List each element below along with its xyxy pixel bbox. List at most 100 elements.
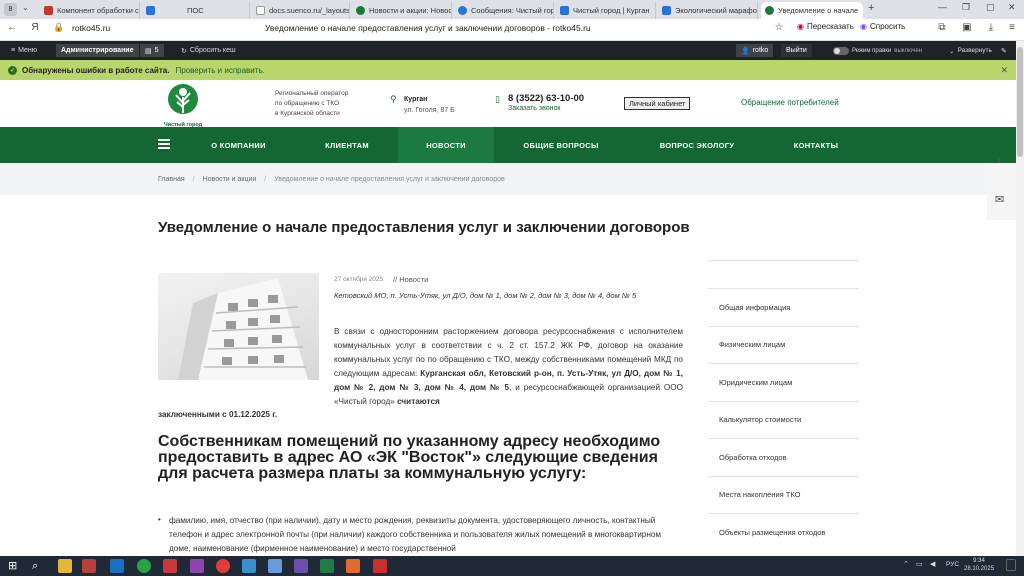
browser-tab[interactable]: Экологический марафо	[658, 2, 758, 19]
hamburger-menu-icon[interactable]	[158, 139, 170, 149]
app-icon[interactable]	[346, 559, 360, 573]
tab-title: Экологический марафо	[675, 6, 757, 15]
tab-count-badge[interactable]: 8	[4, 3, 17, 16]
file-explorer-icon[interactable]	[58, 559, 72, 573]
expand-button[interactable]: ⌄ Развернуть	[944, 44, 997, 57]
excel-icon[interactable]	[320, 559, 334, 573]
pin-icon[interactable]: ✎	[996, 44, 1012, 57]
url-field[interactable]: rotko45.ru	[72, 23, 110, 33]
app-icon[interactable]	[163, 559, 177, 573]
close-window-icon[interactable]: ✕	[1008, 2, 1016, 13]
bookmark-icon[interactable]: ☆	[772, 22, 786, 33]
browser-tab[interactable]: docs.suenco.ru/_layouts/	[252, 2, 350, 19]
scrollbar-thumb[interactable]	[1017, 47, 1023, 157]
downloads-icon[interactable]: ⤓	[984, 22, 998, 33]
nav-general-questions[interactable]: ОБЩИЕ ВОПРОСЫ	[500, 127, 622, 163]
sidebar-item-legal[interactable]: Юридическим лицам	[708, 363, 859, 401]
accessibility-icon[interactable]: ◐	[997, 155, 1002, 165]
callback-link[interactable]: Заказать звонок	[508, 105, 560, 112]
app-icon[interactable]	[190, 559, 204, 573]
page-title-in-bar: Уведомление о начале предоставления услу…	[265, 23, 591, 33]
yandex-browser-icon[interactable]	[216, 559, 230, 573]
edit-mode-state: выключен	[894, 47, 923, 54]
administration-label: Администрирование	[61, 47, 134, 54]
ask-button[interactable]: ◉ Спросить	[860, 22, 905, 31]
site-header: Чистый город Региональный оператор по об…	[0, 80, 1024, 128]
lock-icon[interactable]: 🔒	[52, 22, 66, 33]
article-image	[158, 273, 319, 380]
maximize-icon[interactable]: ▢	[986, 2, 995, 13]
browser-tab[interactable]: Чистый город | Курган	[556, 2, 656, 19]
sidebar-item-individuals[interactable]: Физическим лицам	[708, 325, 859, 364]
back-arrow-icon[interactable]: ←	[5, 22, 19, 33]
whatsapp-icon[interactable]	[137, 559, 151, 573]
pdf-icon[interactable]	[373, 559, 387, 573]
error-notice-bar: ✓ Обнаружены ошибки в работе сайта. Пров…	[0, 60, 1024, 80]
tab-title: Компонент обработки с	[57, 6, 139, 15]
app-icon[interactable]	[294, 559, 308, 573]
input-language[interactable]: РУС	[946, 561, 959, 568]
reset-cache-label: Сбросить кеш	[189, 47, 236, 54]
app-icon[interactable]	[268, 559, 282, 573]
phone-number[interactable]: 8 (3522) 63-10-00	[508, 93, 584, 104]
logout-button[interactable]: Выйти	[781, 44, 812, 57]
yandex-icon[interactable]: Я	[28, 22, 42, 33]
clock-time: 9:34	[973, 558, 985, 564]
tray-chevron-icon[interactable]: ⌃	[903, 560, 909, 568]
minimize-icon[interactable]: —	[938, 2, 947, 12]
browser-tab[interactable]: Новости и акции: Новос	[352, 2, 452, 19]
reset-cache-button[interactable]: ↻ Сбросить кеш	[176, 44, 241, 57]
notifications-button[interactable]: ▤ 5	[140, 44, 164, 57]
breadcrumb-news[interactable]: Новости и акции	[203, 176, 257, 183]
clock[interactable]: 9:34 28.10.2025	[964, 557, 994, 573]
consumer-appeal-link[interactable]: Обращение потребителей	[741, 98, 839, 107]
close-icon[interactable]: ✕	[1000, 65, 1008, 76]
nav-news[interactable]: НОВОСТИ	[398, 127, 494, 163]
network-icon[interactable]: ▭	[916, 560, 923, 568]
retell-button[interactable]: ◉ Пересказать	[797, 22, 854, 31]
browser-tab[interactable]: Сообщения: Чистый гор	[454, 2, 554, 19]
nav-clients[interactable]: КЛИЕНТАМ	[297, 127, 397, 163]
paragraph-continuation: заключенными с 01.12.2025 г.	[158, 410, 278, 419]
scrollbar[interactable]	[1016, 41, 1024, 556]
toggle-switch	[833, 46, 849, 55]
extensions-icon[interactable]: ⧉	[935, 22, 949, 33]
nav-ecologist-question[interactable]: ВОПРОС ЭКОЛОГУ	[635, 127, 759, 163]
sidebar-item-calculator[interactable]: Калькулятор стоимости	[708, 400, 859, 439]
edit-mode-toggle[interactable]: Режим правки выключен	[828, 44, 927, 57]
tab-list-chevron-icon[interactable]: ⌄	[22, 3, 29, 12]
new-tab-icon[interactable]: +	[868, 2, 874, 14]
admin-menu-button[interactable]: ≡ Меню	[6, 44, 42, 57]
app-icon[interactable]	[242, 559, 256, 573]
sidebar-item-general[interactable]: Общая информация	[708, 288, 859, 326]
site-logo[interactable]: Чистый город	[160, 83, 206, 128]
volume-icon[interactable]: ◀	[930, 560, 935, 568]
outlook-icon[interactable]	[110, 559, 124, 573]
sidebar-item-processing[interactable]: Обработка отходов	[708, 438, 859, 476]
app-icon[interactable]	[82, 559, 96, 573]
menu-icon[interactable]: ≡	[1005, 22, 1019, 33]
nav-about[interactable]: О КОМПАНИИ	[190, 127, 287, 163]
expand-label: Развернуть	[957, 47, 992, 54]
windows-start-icon[interactable]: ⊞	[8, 559, 22, 573]
nav-contacts[interactable]: КОНТАКТЫ	[770, 127, 862, 163]
fix-errors-link[interactable]: Проверить и исправить.	[175, 66, 264, 75]
close-tab-icon[interactable]: ✕	[862, 6, 863, 15]
personal-cabinet-button[interactable]: Личный кабинет	[624, 97, 691, 110]
browser-tab[interactable]: ПОС	[142, 2, 250, 19]
envelope-icon[interactable]: ✉	[995, 193, 1004, 206]
sidebar-item-disposal-sites[interactable]: Объекты размещения отходов	[708, 513, 859, 551]
restore-icon[interactable]: ❐	[962, 2, 970, 13]
sidebar-item-collection-points[interactable]: Места накопления ТКО	[708, 475, 859, 514]
flag-icon	[44, 6, 53, 15]
search-icon[interactable]: ⌕	[32, 559, 46, 573]
user-button[interactable]: 👤 rotko	[736, 44, 774, 57]
browser-tab[interactable]: Компонент обработки с	[40, 2, 140, 19]
browser-tab-active[interactable]: Уведомление о начале✕	[761, 2, 863, 19]
article-category[interactable]: // Новости	[393, 275, 428, 284]
notification-center-icon[interactable]	[1006, 559, 1016, 571]
administration-button[interactable]: Администрирование	[56, 44, 139, 57]
article-paragraph: В связи с односторонним расторжением дог…	[334, 325, 683, 409]
breadcrumb-home[interactable]: Главная	[158, 176, 185, 183]
collections-icon[interactable]: ▣	[960, 22, 974, 33]
